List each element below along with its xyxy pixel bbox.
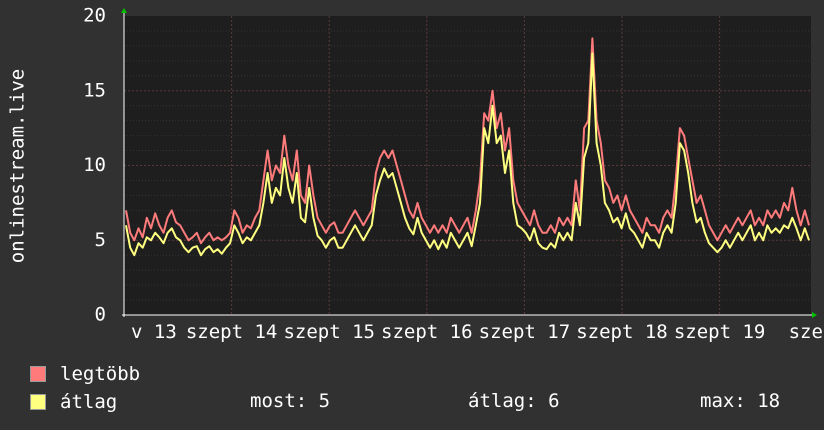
legend-swatch-avg: [30, 394, 46, 410]
y-tick-label: 20: [83, 5, 106, 27]
legend-item-avg: átlag: [30, 391, 117, 413]
x-tick-label: szept 19: [674, 321, 766, 343]
x-tick-label: szept 15: [283, 321, 375, 343]
x-tick-label: szept: [789, 321, 824, 343]
legend-label-avg: átlag: [60, 391, 118, 413]
y-tick-label: 10: [83, 154, 106, 176]
legend-label-max: legtöbb: [60, 363, 141, 385]
legend-item-max: legtöbb: [30, 363, 140, 385]
stat-average: átlag: 6: [468, 390, 560, 412]
legend-swatch-max: [30, 366, 46, 382]
y-tick-label: 0: [95, 304, 106, 326]
x-tick-label: szept 16: [381, 321, 473, 343]
y-tick-label: 15: [83, 79, 106, 101]
x-tick-label: szept 17: [479, 321, 571, 343]
x-tick-label: szept 18: [576, 321, 668, 343]
y-tick-label: 5: [95, 229, 106, 251]
stat-now: most: 5: [250, 390, 331, 412]
plot-background: [124, 16, 811, 315]
y-axis-arrow: [121, 8, 127, 13]
x-tick-label: v 13: [131, 321, 177, 343]
y-axis-label: onlinestream.live: [7, 69, 29, 263]
x-tick-label: szept 14: [186, 321, 278, 343]
x-axis-arrow: [812, 312, 817, 318]
stat-max: max: 18: [700, 390, 781, 412]
